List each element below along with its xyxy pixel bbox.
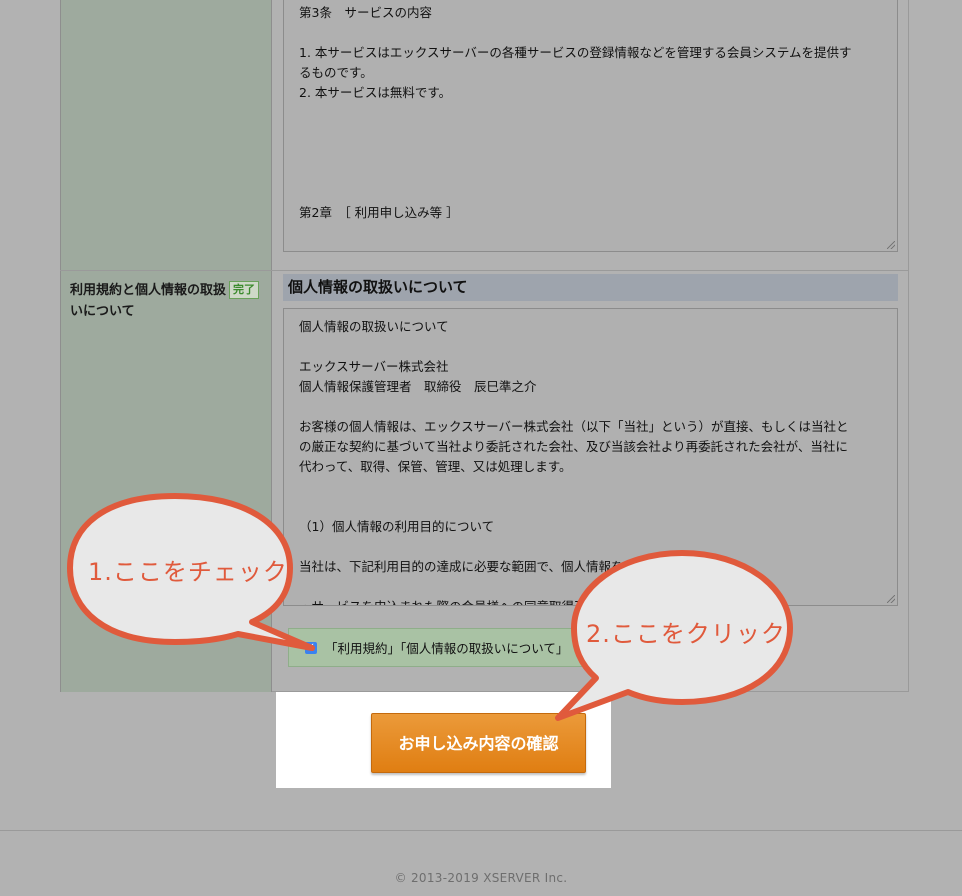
text-line: 第3条 サービスの内容	[299, 5, 432, 20]
confirm-application-button[interactable]: お申し込み内容の確認	[371, 713, 586, 773]
privacy-text-content: 個人情報の取扱いについて エックスサーバー株式会社個人情報保護管理者 取締役 辰巳…	[299, 317, 882, 605]
text-line: 個人情報の取扱いについて	[299, 319, 449, 334]
terms-text-content: 第3条 サービスの内容 1. 本サービスはエックスサーバーの各種サービスの登録情報…	[299, 3, 882, 223]
text-line	[299, 163, 882, 183]
text-line	[299, 337, 882, 357]
text-line: 1. 本サービスはエックスサーバーの各種サービスの登録情報などを管理する会員シス…	[299, 45, 852, 60]
resize-grip-icon[interactable]	[887, 241, 895, 249]
text-line: お客様の個人情報は、エックスサーバー株式会社（以下「当社」という）が直接、もしく…	[299, 419, 849, 434]
privacy-textarea[interactable]: 個人情報の取扱いについて エックスサーバー株式会社個人情報保護管理者 取締役 辰巳…	[283, 308, 898, 606]
text-line	[299, 183, 882, 203]
text-line	[299, 577, 882, 597]
agreement-checkbox[interactable]: ✓	[305, 642, 317, 654]
text-line: 2. 本サービスは無料です。	[299, 85, 452, 100]
text-line	[299, 497, 882, 517]
text-line	[299, 143, 882, 163]
label-column	[60, 0, 272, 692]
text-line: るものです。	[299, 65, 373, 80]
text-line: ・サービスを申込まれた際の会員様への同意取得及び確認のために	[299, 597, 882, 605]
text-line	[299, 123, 882, 143]
resize-grip-icon[interactable]	[887, 595, 895, 603]
text-line: 代わって、取得、保管、管理、又は処理します。	[299, 459, 572, 474]
footer-copyright: © 2013-2019 XSERVER Inc.	[394, 871, 568, 885]
text-line	[299, 103, 882, 123]
field-label-text: 利用規約と個人情報の取扱いについて	[70, 283, 227, 319]
text-line	[299, 397, 882, 417]
text-line: 第2章 ［ 利用申し込み等 ］	[299, 205, 459, 220]
status-badge: 完了	[229, 281, 259, 299]
footer-divider	[0, 830, 962, 831]
text-line: （1）個人情報の利用目的について	[299, 519, 495, 534]
privacy-heading: 個人情報の取扱いについて	[283, 274, 898, 301]
text-line	[299, 477, 882, 497]
callout-text-check: 1.ここをチェック	[88, 558, 288, 586]
terms-textarea[interactable]: 第3条 サービスの内容 1. 本サービスはエックスサーバーの各種サービスの登録情報…	[283, 0, 898, 252]
text-line: 個人情報保護管理者 取締役 辰巳準之介	[299, 379, 537, 394]
text-line: 当社は、下記利用目的の達成に必要な範囲で、個人情報を	[299, 559, 624, 574]
row-divider	[60, 270, 909, 271]
text-line	[299, 23, 882, 43]
callout-text-click: 2.ここをクリック	[586, 620, 786, 648]
text-line: の厳正な契約に基づいて当社より委託された会社、及び当該会社より再委託された会社が…	[299, 439, 848, 454]
text-line: エックスサーバー株式会社	[299, 359, 449, 374]
text-line	[299, 537, 882, 557]
agreement-label[interactable]: 「利用規約」「個人情報の取扱いについて」	[325, 638, 568, 657]
